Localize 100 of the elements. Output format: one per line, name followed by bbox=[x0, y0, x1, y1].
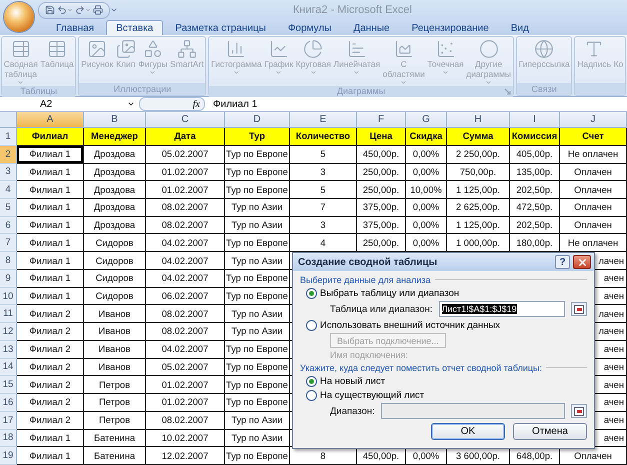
column-header[interactable]: D bbox=[225, 112, 290, 128]
ribbon-tab[interactable]: Формулы bbox=[278, 20, 342, 35]
option-label: Использовать внешний источник данных bbox=[320, 320, 500, 331]
radio-button[interactable] bbox=[306, 320, 317, 331]
table-cell: 0,00% bbox=[406, 164, 447, 182]
radio-button[interactable] bbox=[306, 376, 317, 387]
row-header[interactable]: 1 bbox=[0, 128, 17, 146]
help-button[interactable]: ? bbox=[555, 255, 570, 270]
range-field[interactable]: Лист1!$A$1:$J$19 bbox=[438, 301, 565, 318]
table-cell: Количество bbox=[290, 128, 357, 146]
group-label: Иллюстрации bbox=[114, 84, 172, 94]
table-icon bbox=[47, 39, 67, 59]
undo-button[interactable] bbox=[57, 5, 73, 15]
table-cell: Тур по Европе bbox=[225, 376, 290, 394]
name-box[interactable]: A2 bbox=[0, 98, 139, 110]
column-header[interactable]: B bbox=[84, 112, 146, 128]
table-cell: Филиал 1 bbox=[17, 447, 84, 465]
table-cell: Тур по Азии bbox=[225, 412, 290, 430]
table-cell: Петров bbox=[84, 412, 146, 430]
column-header[interactable]: I bbox=[510, 112, 560, 128]
column-header[interactable]: G bbox=[406, 112, 447, 128]
radio-button[interactable] bbox=[306, 288, 317, 299]
row-header[interactable]: 14 bbox=[0, 358, 17, 376]
column-header[interactable]: C bbox=[146, 112, 225, 128]
globe-icon bbox=[534, 39, 554, 59]
column-header[interactable]: F bbox=[357, 112, 406, 128]
table-cell: Тур по Европе bbox=[225, 270, 290, 288]
print-button[interactable] bbox=[93, 5, 103, 15]
scatter-chart-icon bbox=[436, 39, 456, 59]
row-header[interactable]: 12 bbox=[0, 323, 17, 341]
radio-button[interactable] bbox=[306, 390, 317, 401]
table-cell: 375,00р. bbox=[357, 216, 406, 234]
column-header[interactable]: H bbox=[447, 112, 510, 128]
ribbon-tab[interactable]: Вид bbox=[500, 20, 539, 35]
column-header[interactable]: A bbox=[17, 112, 84, 128]
formula-field[interactable]: Филиал 1 bbox=[213, 98, 258, 110]
row-header[interactable]: 8 bbox=[0, 252, 17, 270]
ribbon-tab[interactable]: Рецензирование bbox=[402, 20, 499, 35]
table-cell: Дроздова bbox=[84, 164, 146, 182]
row-header[interactable]: 10 bbox=[0, 288, 17, 306]
table-cell: Сидоров bbox=[84, 252, 146, 270]
radio-option[interactable]: Использовать внешний источник данных bbox=[300, 318, 587, 332]
row-header[interactable]: 11 bbox=[0, 305, 17, 324]
table-cell: Менеджер bbox=[84, 128, 146, 146]
row-header[interactable]: 3 bbox=[0, 164, 17, 182]
table-cell: 405,00р. bbox=[510, 146, 560, 164]
save-button[interactable] bbox=[45, 5, 55, 15]
group-label: Связи bbox=[532, 84, 557, 94]
row-header[interactable]: 2 bbox=[0, 146, 17, 164]
table-cell: 1 125,00р. bbox=[447, 181, 510, 199]
table-cell: Филиал 1 bbox=[17, 216, 84, 234]
row-header[interactable]: 17 bbox=[0, 412, 17, 430]
column-header[interactable]: E bbox=[290, 112, 357, 128]
column-header[interactable]: J bbox=[560, 112, 627, 128]
table-cell: Тур по Европе bbox=[225, 234, 290, 252]
row-header[interactable]: 19 bbox=[0, 447, 17, 465]
radio-option[interactable]: На существующий лист bbox=[300, 388, 587, 402]
row-header[interactable]: 16 bbox=[0, 394, 17, 412]
office-button[interactable] bbox=[4, 2, 34, 32]
table-cell: Тур по Азии bbox=[225, 323, 290, 341]
row-header[interactable]: 5 bbox=[0, 198, 17, 217]
group-label: Таблицы bbox=[20, 86, 58, 97]
table-cell: 12.02.2007 bbox=[146, 447, 225, 465]
close-button[interactable] bbox=[573, 255, 591, 270]
table-cell: Дроздова bbox=[84, 146, 146, 164]
row-header[interactable]: 13 bbox=[0, 340, 17, 359]
ribbon-tab[interactable]: Вставка bbox=[106, 20, 164, 35]
collapse-button[interactable] bbox=[571, 404, 587, 418]
table-cell: 04.02.2007 bbox=[146, 234, 225, 252]
radio-option[interactable]: Выбрать таблицу или диапазон bbox=[300, 286, 587, 300]
caret-icon bbox=[67, 7, 73, 13]
radio-option[interactable]: На новый лист bbox=[300, 374, 587, 388]
row-header[interactable]: 4 bbox=[0, 181, 17, 199]
customize-button[interactable] bbox=[110, 6, 118, 14]
ribbon-tab[interactable]: Главная bbox=[46, 20, 104, 35]
row-header[interactable]: 15 bbox=[0, 376, 17, 394]
table-cell: Филиал 1 bbox=[17, 181, 84, 199]
function-button[interactable]: fx bbox=[192, 98, 200, 110]
dialog-button[interactable]: OK bbox=[431, 423, 505, 440]
dialog-title: Создание сводной таблицы bbox=[298, 256, 438, 268]
row-header[interactable]: 6 bbox=[0, 216, 17, 234]
row-header[interactable]: 9 bbox=[0, 270, 17, 288]
table-cell: 2 250,00р. bbox=[447, 146, 510, 164]
cell-text: ачен bbox=[604, 362, 624, 372]
table-cell: 450,00р. bbox=[357, 146, 406, 164]
table-cell: Тур по Европе bbox=[225, 394, 290, 412]
table-cell: 180,00р. bbox=[510, 234, 560, 252]
field-label: Диапазон: bbox=[330, 406, 375, 417]
option-label: На существующий лист bbox=[320, 390, 424, 401]
row-header[interactable]: 18 bbox=[0, 430, 17, 448]
collapse-button[interactable] bbox=[571, 302, 587, 316]
caret-icon bbox=[485, 79, 492, 86]
redo-button[interactable] bbox=[75, 5, 91, 15]
ribbon-tab[interactable]: Разметка страницы bbox=[165, 20, 276, 35]
table-cell: Тур по Европе bbox=[225, 447, 290, 465]
row-header[interactable]: 7 bbox=[0, 234, 17, 252]
hierarchy-icon bbox=[176, 39, 197, 59]
table-cell: 08.02.2007 bbox=[146, 412, 225, 430]
dialog-button[interactable]: Отмена bbox=[513, 423, 587, 440]
ribbon-tab[interactable]: Данные bbox=[343, 20, 400, 35]
